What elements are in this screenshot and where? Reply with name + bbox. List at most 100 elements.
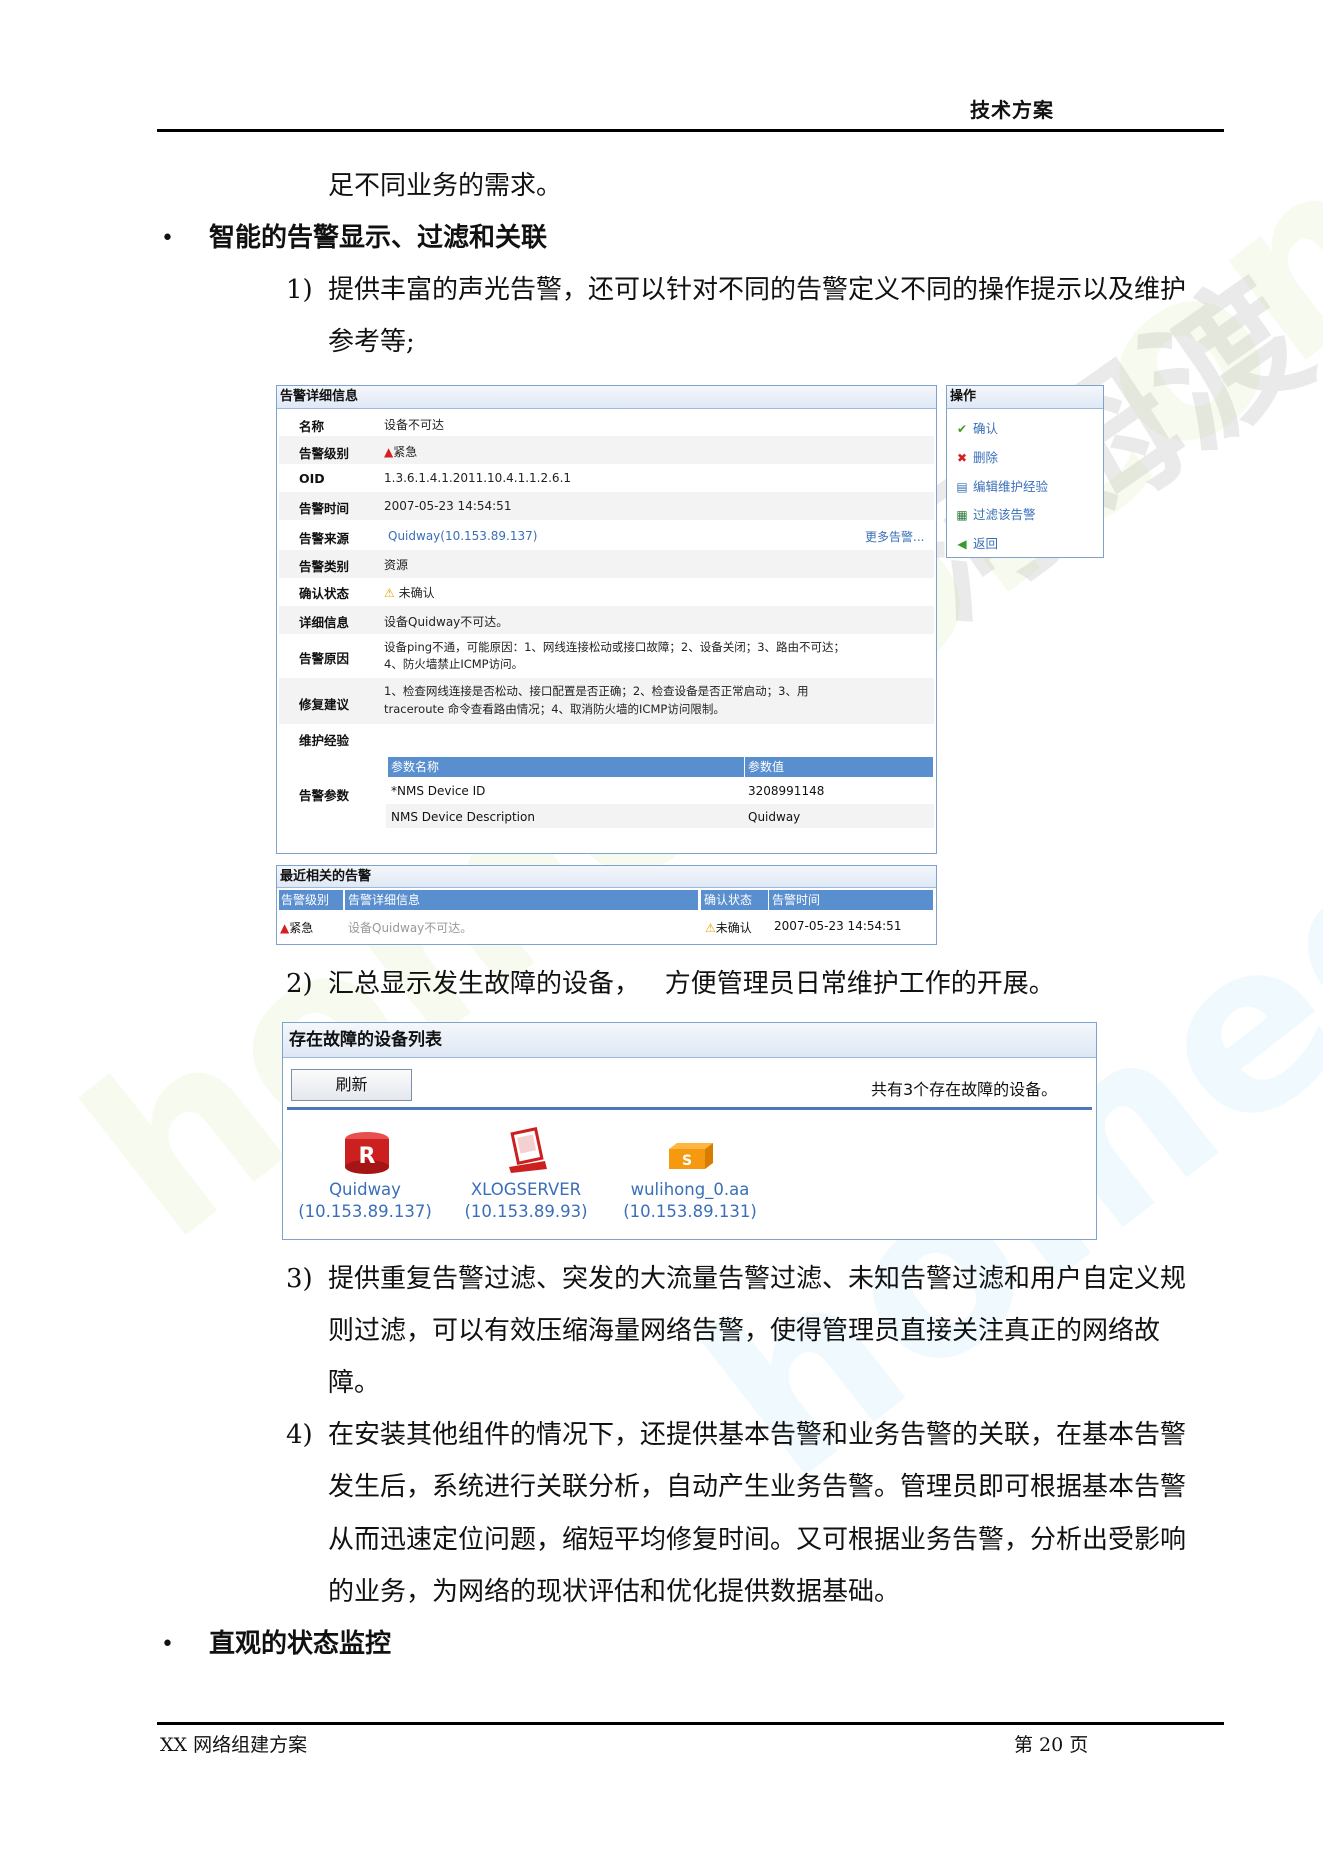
back-arrow-icon: ◀ bbox=[957, 537, 967, 551]
detail-label: 名称 bbox=[299, 419, 325, 434]
detail-label: 维护经验 bbox=[299, 733, 350, 748]
alarm-source-link[interactable]: Quidway(10.153.89.137) bbox=[388, 529, 537, 543]
footer-rule bbox=[157, 1722, 1224, 1725]
detail-row: 名称 设备不可达 bbox=[279, 410, 934, 436]
paragraph-line: 的业务，为网络的现状评估和优化提供数据基础。 bbox=[328, 1577, 901, 1607]
detail-label: 修复建议 bbox=[299, 697, 350, 712]
detail-value: 2007-05-23 14:54:51 bbox=[384, 499, 512, 513]
detail-value: 资源 bbox=[384, 558, 409, 572]
detail-row: 详细信息 设备Quidway不可达。 bbox=[279, 606, 934, 634]
back-button[interactable]: ◀ 返回 bbox=[955, 533, 998, 552]
param-value: 3208991148 bbox=[748, 784, 825, 798]
edit-experience-button[interactable]: ▤ 编辑维护经验 bbox=[955, 476, 1048, 495]
detail-row: 告警类别 资源 bbox=[279, 550, 934, 578]
filter-alarm-button[interactable]: ▦ 过滤该告警 bbox=[955, 504, 1035, 523]
device-name[interactable]: XLOGSERVER bbox=[451, 1179, 601, 1201]
list-number: 3) bbox=[286, 1264, 313, 1294]
device-name[interactable]: Quidway bbox=[290, 1179, 440, 1201]
recent-detail-link[interactable]: 设备Quidway不可达。 bbox=[348, 919, 472, 936]
detail-value: 1.3.6.1.4.1.2011.10.4.1.1.2.6.1 bbox=[384, 471, 572, 485]
detail-value: ⚠ 未确认 bbox=[384, 586, 435, 600]
bullet-dot: • bbox=[161, 1632, 174, 1657]
header-rule bbox=[157, 129, 1224, 132]
critical-icon: ▲ bbox=[384, 445, 394, 459]
operations-title: 操作 bbox=[947, 386, 1103, 409]
list-number: 4) bbox=[286, 1420, 313, 1450]
param-name: NMS Device Description bbox=[391, 810, 535, 824]
device-ip: (10.153.89.93) bbox=[464, 1202, 588, 1221]
detail-value: ▲紧急 bbox=[384, 445, 418, 459]
detail-label: 告警参数 bbox=[299, 788, 350, 803]
delete-icon: ✖ bbox=[956, 451, 968, 465]
detail-label: 告警级别 bbox=[299, 446, 350, 461]
recent-header-time: 告警时间 bbox=[769, 890, 933, 910]
switch-icon[interactable]: S bbox=[663, 1141, 715, 1171]
detail-value: traceroute 命令查看路由情况；4、取消防火墙的ICMP访问限制。 bbox=[384, 702, 725, 716]
detail-value: 4、防火墙禁止ICMP访问。 bbox=[384, 657, 524, 671]
detail-label: 告警原因 bbox=[299, 651, 350, 666]
recent-header-level: 告警级别 bbox=[279, 890, 343, 910]
paragraph-line: 从而迅速定位问题，缩短平均修复时间。又可根据业务告警，分析出受影响 bbox=[328, 1525, 1187, 1555]
detail-label: 告警类别 bbox=[299, 559, 350, 574]
recent-alarms-panel: 最近相关的告警 告警级别 告警详细信息 确认状态 告警时间 ▲紧急 设备Quid… bbox=[276, 865, 937, 945]
check-icon: ✔ bbox=[956, 422, 968, 436]
detail-row: 确认状态 ⚠ 未确认 bbox=[279, 578, 934, 606]
alarm-detail-title: 告警详细信息 bbox=[277, 386, 936, 409]
footer-page-number: 第 20 页 bbox=[1014, 1734, 1089, 1756]
recent-time: 2007-05-23 14:54:51 bbox=[774, 919, 902, 933]
bullet-dot: • bbox=[161, 226, 174, 251]
svg-text:R: R bbox=[359, 1144, 376, 1169]
router-icon[interactable]: R bbox=[343, 1131, 391, 1175]
paragraph-line: 提供丰富的声光告警，还可以针对不同的告警定义不同的操作提示以及维护 bbox=[328, 275, 1187, 305]
bullet-heading: 智能的告警显示、过滤和关联 bbox=[209, 223, 548, 253]
detail-label: 详细信息 bbox=[299, 615, 350, 630]
detail-label: 确认状态 bbox=[299, 586, 350, 601]
device-list-divider bbox=[287, 1107, 1092, 1110]
param-header-value: 参数值 bbox=[745, 757, 933, 777]
detail-row: 修复建议 1、检查网线连接是否松动、接口配置是否正确；2、检查设备是否正常启动；… bbox=[279, 678, 934, 724]
critical-icon: ▲ bbox=[280, 921, 290, 935]
edit-icon: ▤ bbox=[956, 480, 968, 494]
recent-status: ⚠未确认 bbox=[705, 921, 752, 935]
param-value: Quidway bbox=[748, 810, 801, 824]
detail-row: 告警参数 参数名称 参数值 *NMS Device ID 3208991148 … bbox=[279, 754, 934, 850]
header-title: 技术方案 bbox=[970, 98, 1054, 122]
device-ip: (10.153.89.131) bbox=[623, 1202, 757, 1221]
server-icon[interactable] bbox=[503, 1127, 551, 1175]
paragraph-line: 发生后，系统进行关联分析，自动产生业务告警。管理员即可根据基本告警 bbox=[328, 1472, 1187, 1502]
refresh-button[interactable]: 刷新 bbox=[291, 1069, 412, 1101]
detail-row: 告警级别 ▲紧急 bbox=[279, 436, 934, 464]
recent-alarms-title: 最近相关的告警 bbox=[277, 866, 936, 888]
param-header-name: 参数名称 bbox=[388, 757, 744, 777]
detail-value: 设备不可达 bbox=[384, 418, 445, 432]
device-name[interactable]: wulihong_0.aa bbox=[615, 1179, 765, 1201]
detail-label: 告警时间 bbox=[299, 501, 350, 516]
unconfirmed-icon: ⚠ bbox=[705, 921, 716, 935]
device-ip: (10.153.89.137) bbox=[298, 1202, 432, 1221]
svg-text:S: S bbox=[682, 1153, 692, 1169]
paragraph-line: 障。 bbox=[328, 1368, 381, 1398]
operations-panel: 操作 ✔ 确认 ✖ 删除 ▤ 编辑维护经验 ▦ 过滤该告警 ◀ 返回 bbox=[946, 385, 1104, 558]
paragraph-line: 参考等; bbox=[328, 327, 415, 357]
more-alarms-link[interactable]: 更多告警... bbox=[865, 528, 924, 545]
detail-value: 设备ping不通，可能原因：1、网线连接松动或接口故障；2、设备关闭；3、路由不… bbox=[384, 640, 846, 654]
paragraph-line: 则过滤，可以有效压缩海量网络告警，使得管理员直接关注真正的网络故 bbox=[328, 1316, 1161, 1346]
paragraph-line: 在安装其他组件的情况下，还提供基本告警和业务告警的关联，在基本告警 bbox=[328, 1420, 1187, 1450]
detail-row: 告警时间 2007-05-23 14:54:51 bbox=[279, 492, 934, 520]
device-count-text: 共有3个存在故障的设备。 bbox=[871, 1080, 1058, 1099]
recent-header-detail: 告警详细信息 bbox=[345, 890, 698, 910]
delete-button[interactable]: ✖ 删除 bbox=[955, 447, 998, 466]
device-list-title: 存在故障的设备列表 bbox=[283, 1023, 1096, 1058]
paragraph-line: 足不同业务的需求。 bbox=[328, 171, 563, 201]
recent-header-status: 确认状态 bbox=[701, 890, 768, 910]
bullet-heading: 直观的状态监控 bbox=[209, 1629, 392, 1659]
detail-row: OID 1.3.6.1.4.1.2011.10.4.1.1.2.6.1 bbox=[279, 464, 934, 492]
detail-row: 告警原因 设备ping不通，可能原因：1、网线连接松动或接口故障；2、设备关闭；… bbox=[279, 634, 934, 678]
unconfirmed-icon: ⚠ bbox=[384, 586, 395, 600]
detail-row: 维护经验 bbox=[279, 724, 934, 754]
device-list-panel: 存在故障的设备列表 刷新 共有3个存在故障的设备。 R Quidway (10.… bbox=[282, 1022, 1097, 1240]
detail-label: 告警来源 bbox=[299, 531, 350, 546]
alarm-detail-panel: 告警详细信息 名称 设备不可达 告警级别 ▲紧急 OID 1.3.6.1.4.1… bbox=[276, 385, 937, 854]
recent-level: ▲紧急 bbox=[280, 921, 314, 935]
confirm-button[interactable]: ✔ 确认 bbox=[955, 418, 998, 437]
